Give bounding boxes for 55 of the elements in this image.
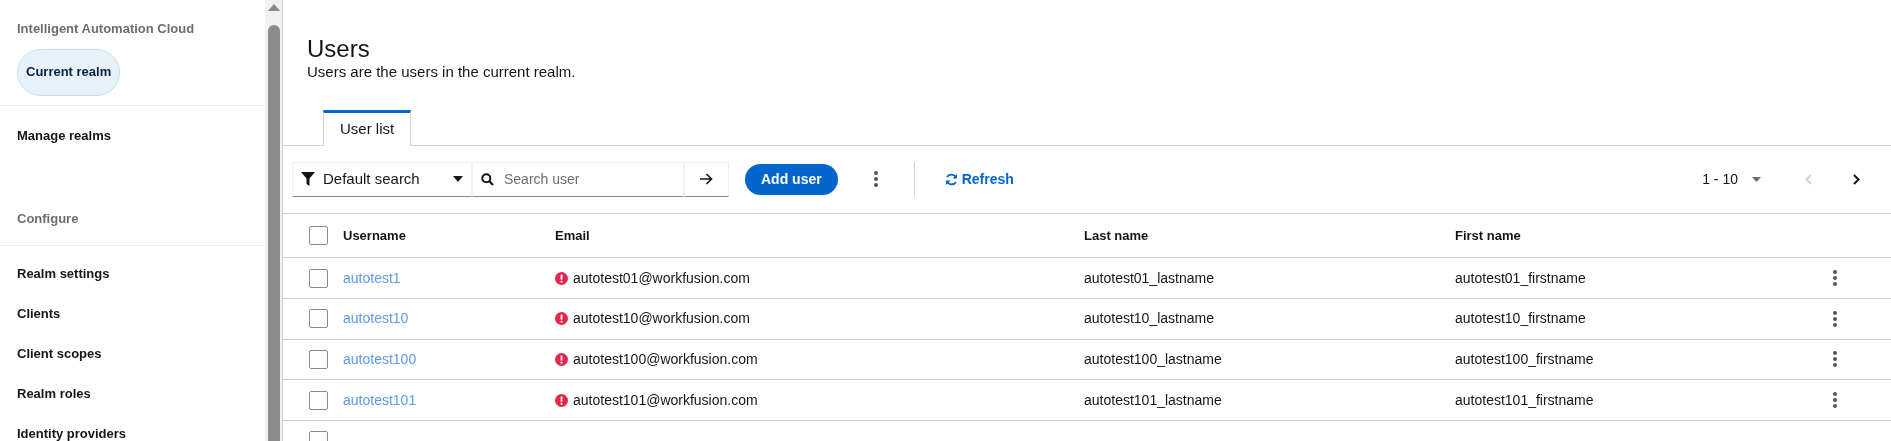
sidebar-item[interactable]: Clients [0, 305, 265, 321]
table-cell: autotest01_lastname [1084, 269, 1214, 286]
kebab-menu-icon[interactable] [1833, 270, 1837, 286]
kebab-menu-icon[interactable] [1833, 392, 1837, 409]
table-cell-text: autotest101@workfusion.com [573, 390, 758, 410]
checkbox[interactable] [309, 390, 328, 410]
section-title: Configure [16, 210, 80, 228]
add-user-button[interactable]: Add user [745, 163, 838, 195]
table-cell: autotest01_firstname [1455, 269, 1586, 286]
sidebar-link[interactable]: Manage realms [0, 105, 265, 145]
table-cell: autotest10_firstname [1455, 310, 1586, 327]
table-cell: autotest100_lastname [1084, 350, 1222, 367]
table-cell: autotest10_lastname [1084, 310, 1214, 327]
tab[interactable]: User list [323, 110, 412, 146]
checkbox[interactable] [309, 349, 328, 369]
search-input[interactable]: Search user [504, 168, 683, 190]
column-header[interactable]: First name [1455, 228, 1521, 244]
refresh-icon [944, 172, 958, 186]
checkbox[interactable] [309, 225, 328, 245]
chevron-right-icon [1852, 173, 1860, 185]
kebab-menu-icon[interactable] [1833, 310, 1837, 327]
search-submit-button[interactable] [684, 161, 729, 197]
kebab-menu-icon[interactable] [1833, 351, 1837, 368]
sidebar-item[interactable]: Identity providers [0, 425, 265, 441]
search-field[interactable]: Search user [472, 161, 684, 197]
current-realm-button[interactable]: Current realm [17, 48, 121, 96]
realm-group-title: Intelligent Automation Cloud [16, 20, 196, 38]
caret-down-icon [453, 176, 463, 183]
scroll-up-arrow-icon[interactable] [267, 4, 280, 11]
column-header[interactable]: Last name [1084, 228, 1149, 244]
column-header[interactable]: Username [343, 228, 406, 244]
sidebar-item[interactable]: Client scopes [0, 345, 265, 361]
kebab-menu-icon[interactable] [873, 171, 878, 188]
pagination-dropdown[interactable]: 1 - 10 [1702, 168, 1761, 190]
caret-down-icon [1752, 176, 1761, 182]
filter-icon [301, 172, 315, 187]
table-cell: autotest101_firstname [1455, 391, 1594, 408]
table-cell-text: autotest100@workfusion.com [573, 349, 758, 369]
chevron-left-icon [1804, 173, 1812, 185]
table-cell-text: autotest10@workfusion.com [573, 309, 750, 329]
column-header[interactable]: Email [555, 228, 590, 244]
sidebar-item[interactable]: Realm roles [0, 385, 265, 401]
search-icon [481, 172, 494, 186]
table-cell-text: autotest01@workfusion.com [573, 268, 750, 288]
page-subtitle: Users are the users in the current realm. [307, 63, 577, 81]
refresh-button[interactable]: Refresh [944, 168, 1014, 190]
scrollbar-thumb[interactable] [267, 25, 280, 441]
checkbox[interactable] [309, 309, 328, 329]
arrow-right-icon [700, 173, 713, 186]
page-title: Users [307, 35, 371, 63]
table-cell: autotest100_firstname [1455, 350, 1594, 367]
table-cell: autotest101_lastname [1084, 391, 1222, 408]
checkbox[interactable] [309, 268, 328, 288]
sidebar-item[interactable]: Realm settings [0, 265, 265, 281]
filter-dropdown[interactable]: Default search [292, 161, 472, 197]
